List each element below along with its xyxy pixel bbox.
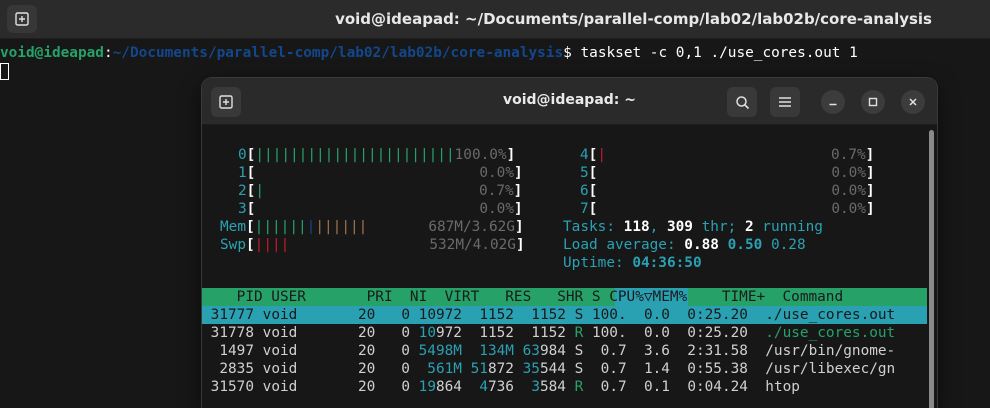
- prompt-colon: :: [103, 45, 113, 61]
- uptime: Uptime: 04:36:50: [563, 255, 702, 271]
- new-tab-button[interactable]: [7, 5, 37, 33]
- table-row[interactable]: 2835 void 20 0 561M 51872 35544 S 0.7 1.…: [202, 360, 895, 378]
- close-icon: [909, 98, 917, 106]
- prompt-user: void@ideapad: [0, 45, 104, 61]
- table-row[interactable]: 31570 void 20 0 19864 4736 3584 R 0.7 0.…: [202, 378, 800, 396]
- cpu-meter-4: 4[| 0.7%]: [580, 147, 875, 163]
- search-icon: [735, 95, 749, 109]
- back-terminal-titlebar: void@ideapad: ~/Documents/parallel-comp/…: [0, 0, 990, 39]
- table-row[interactable]: 1497 void 20 0 5498M 134M 63984 S 0.7 3.…: [202, 342, 895, 360]
- cpu-meter-0: 0[|||||||||||||||||||||||100.0%]: [238, 147, 516, 163]
- tasks-summary: Tasks: 118, 309 thr; 2 running: [563, 219, 823, 235]
- hamburger-menu-icon: [779, 97, 791, 107]
- cpu-meter-3: 3[0.0%]: [238, 201, 523, 217]
- scrollbar[interactable]: [929, 130, 934, 408]
- cpu-meter-6: 6[0.0%]: [580, 183, 875, 199]
- load-average: Load average: 0.88 0.50 0.28: [563, 237, 806, 253]
- search-button[interactable]: [727, 87, 757, 117]
- cpu-meter-7: 7[0.0%]: [580, 201, 875, 217]
- minimize-button[interactable]: [821, 90, 845, 114]
- close-button[interactable]: [901, 90, 925, 114]
- cpu-meter-1: 1[0.0%]: [238, 165, 523, 181]
- new-tab-icon: [15, 12, 29, 26]
- htop-terminal-window: void@ideapad: ~ 0[||||||||||||||||||||||…: [202, 78, 937, 408]
- menu-button[interactable]: [770, 87, 800, 117]
- prompt-path: ~/Documents/parallel-comp/lab02/lab02b/c…: [112, 45, 564, 61]
- back-terminal-title: void@ideapad: ~/Documents/parallel-comp/…: [335, 10, 932, 28]
- cpu-meter-5: 5[0.0%]: [580, 165, 875, 181]
- text-cursor: [0, 63, 9, 80]
- prompt-command: $ taskset -c 0,1 ./use_cores.out 1: [563, 45, 858, 61]
- table-row[interactable]: 31777 void 20 0 10972 1152 1152 S 100. 0…: [202, 306, 896, 324]
- maximize-icon: [868, 97, 878, 107]
- minimize-icon: [829, 103, 837, 106]
- shell-command-line: void@ideapad:~/Documents/parallel-comp/l…: [0, 45, 858, 61]
- maximize-button[interactable]: [861, 90, 885, 114]
- swap-meter: Swp[|||| 532M/4.02G]: [220, 237, 525, 253]
- htop-window-titlebar: void@ideapad: ~: [202, 78, 937, 125]
- memory-meter: Mem[||||||||||||| 687M/3.62G]: [220, 219, 524, 235]
- header-labels: PID USER PRI NI VIRT RES SHR S CPU%▽MEM%…: [202, 289, 844, 305]
- table-row[interactable]: 31778 void 20 0 10972 1152 1152 R 100. 0…: [202, 324, 896, 342]
- cpu-meter-2: 2[| 0.7%]: [238, 183, 523, 199]
